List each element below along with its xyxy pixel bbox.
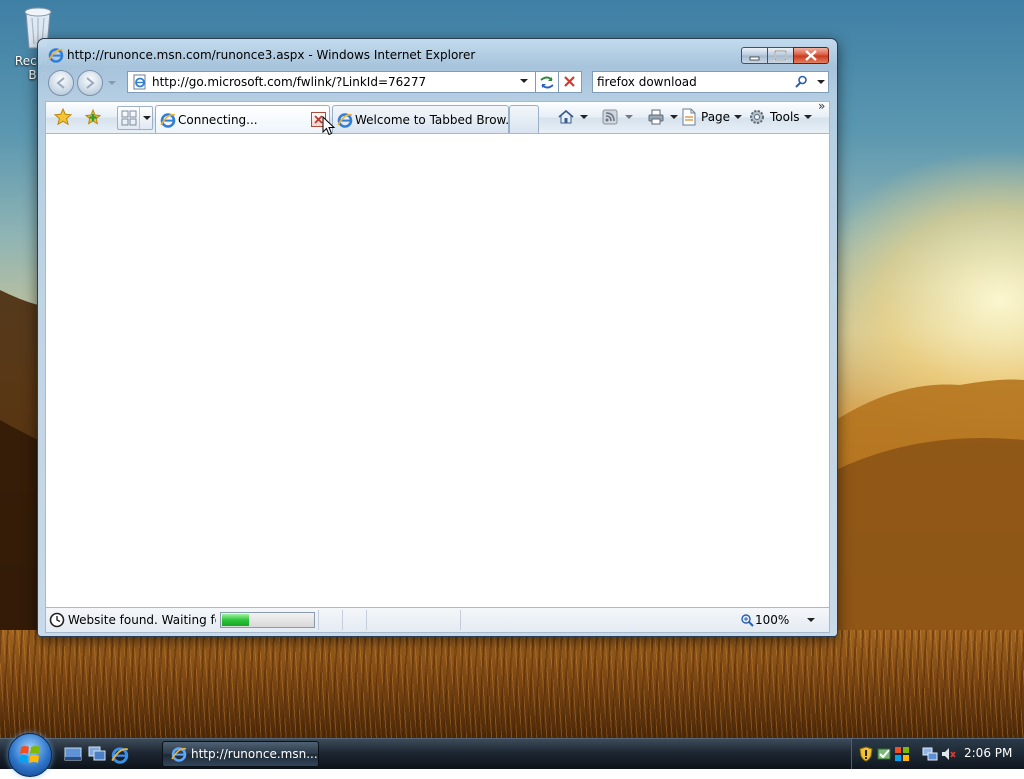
- favorites-star-icon[interactable]: [54, 108, 72, 126]
- stop-button[interactable]: [559, 71, 582, 93]
- minimize-icon: [749, 56, 760, 61]
- page-menu[interactable]: Page: [681, 105, 745, 129]
- search-options-dropdown[interactable]: [817, 80, 825, 84]
- status-text: Website found. Waiting for reply...: [68, 613, 216, 627]
- tab-label: Welcome to Tabbed Brow...: [355, 113, 517, 127]
- ie-window: http://runonce.msn.com/runonce3.aspx - W…: [37, 38, 838, 637]
- tools-menu[interactable]: Tools: [748, 105, 814, 129]
- status-bar: Website found. Waiting for reply... 100%: [45, 607, 830, 633]
- quick-tabs-button[interactable]: [117, 106, 153, 130]
- status-divider: [318, 610, 319, 630]
- ie-icon: [48, 48, 64, 63]
- tab-connecting[interactable]: Connecting...: [155, 105, 330, 133]
- add-favorite-icon[interactable]: [84, 108, 102, 126]
- system-tray: 2:06 PM: [851, 739, 1024, 769]
- progress-fill: [222, 614, 249, 626]
- update-icon[interactable]: [894, 746, 910, 762]
- ie-quicklaunch-icon[interactable]: [111, 746, 129, 764]
- grass-field: [0, 630, 1024, 738]
- chevron-down-icon: [734, 115, 742, 119]
- progress-bar: [220, 612, 315, 628]
- home-icon[interactable]: [557, 108, 575, 126]
- start-button[interactable]: [8, 733, 52, 777]
- refresh-icon: [540, 76, 554, 89]
- window-title: http://runonce.msn.com/runonce3.aspx - W…: [67, 48, 476, 62]
- zoom-icon[interactable]: [740, 613, 754, 627]
- command-bar: Connecting... Welcome to Tabbed Brow...: [45, 99, 830, 133]
- refresh-button[interactable]: [535, 71, 559, 93]
- toolbar-overflow-chevron[interactable]: »: [818, 99, 825, 113]
- show-desktop-icon[interactable]: [64, 746, 82, 762]
- search-box[interactable]: firefox download: [592, 71, 829, 93]
- close-button[interactable]: [793, 47, 829, 64]
- print-dropdown[interactable]: [670, 115, 678, 119]
- address-text: http://go.microsoft.com/fwlink/?LinkId=7…: [152, 75, 427, 89]
- new-tab-button[interactable]: [509, 105, 539, 133]
- address-dropdown[interactable]: [517, 71, 531, 91]
- maximize-button[interactable]: [767, 47, 794, 64]
- gear-icon: [750, 110, 764, 124]
- status-divider: [460, 610, 461, 630]
- network-icon[interactable]: [922, 746, 938, 762]
- zoom-level[interactable]: 100%: [755, 613, 789, 627]
- mouse-pointer-icon: [322, 116, 336, 136]
- volume-muted-icon[interactable]: [940, 746, 956, 762]
- search-input[interactable]: firefox download: [597, 75, 697, 89]
- minimize-button[interactable]: [741, 47, 768, 64]
- windows-logo-icon: [19, 746, 40, 763]
- quick-tabs-icon: [121, 110, 137, 126]
- taskbar-ie-label: http://runonce.msn...: [191, 747, 318, 761]
- page-icon: [133, 74, 146, 90]
- tab-list-dropdown[interactable]: [143, 116, 151, 120]
- back-button[interactable]: [48, 70, 74, 96]
- status-divider: [342, 610, 343, 630]
- forward-arrow-icon: [86, 77, 95, 89]
- feeds-dropdown[interactable]: [625, 115, 633, 119]
- chevron-down-icon: [520, 79, 528, 83]
- tab-welcome[interactable]: Welcome to Tabbed Brow...: [332, 105, 517, 133]
- address-bar[interactable]: http://go.microsoft.com/fwlink/?LinkId=7…: [127, 71, 561, 93]
- maximize-icon: [774, 50, 787, 61]
- recent-pages-dropdown[interactable]: [108, 81, 116, 85]
- taskbar-ie-button[interactable]: http://runonce.msn...: [162, 741, 319, 767]
- clock[interactable]: 2:06 PM: [964, 746, 1012, 760]
- back-arrow-icon: [56, 77, 65, 89]
- zoom-dropdown[interactable]: [807, 618, 815, 622]
- tab-label: Connecting...: [178, 113, 258, 127]
- loading-clock-icon: [49, 612, 65, 628]
- ie-icon: [337, 113, 353, 128]
- switch-windows-icon[interactable]: [88, 746, 106, 762]
- close-icon: [805, 50, 817, 61]
- page-menu-label: Page: [701, 110, 731, 124]
- page-icon: [682, 108, 696, 126]
- tools-menu-label: Tools: [770, 110, 800, 124]
- windows-defender-icon[interactable]: [876, 746, 892, 762]
- taskbar: http://runonce.msn... 2:06 PM: [0, 733, 1024, 777]
- forward-button[interactable]: [77, 70, 103, 96]
- title-bar[interactable]: http://runonce.msn.com/runonce3.aspx - W…: [38, 39, 837, 67]
- print-icon[interactable]: [647, 108, 665, 126]
- home-dropdown[interactable]: [580, 115, 588, 119]
- ie-icon: [160, 113, 176, 128]
- page-content[interactable]: [45, 133, 830, 608]
- feeds-icon[interactable]: [601, 108, 619, 126]
- ie-icon: [171, 747, 187, 762]
- stop-icon: [564, 76, 575, 87]
- status-divider: [366, 610, 367, 630]
- chevron-down-icon: [804, 115, 812, 119]
- search-icon[interactable]: [793, 74, 809, 90]
- security-shield-icon[interactable]: [859, 746, 873, 762]
